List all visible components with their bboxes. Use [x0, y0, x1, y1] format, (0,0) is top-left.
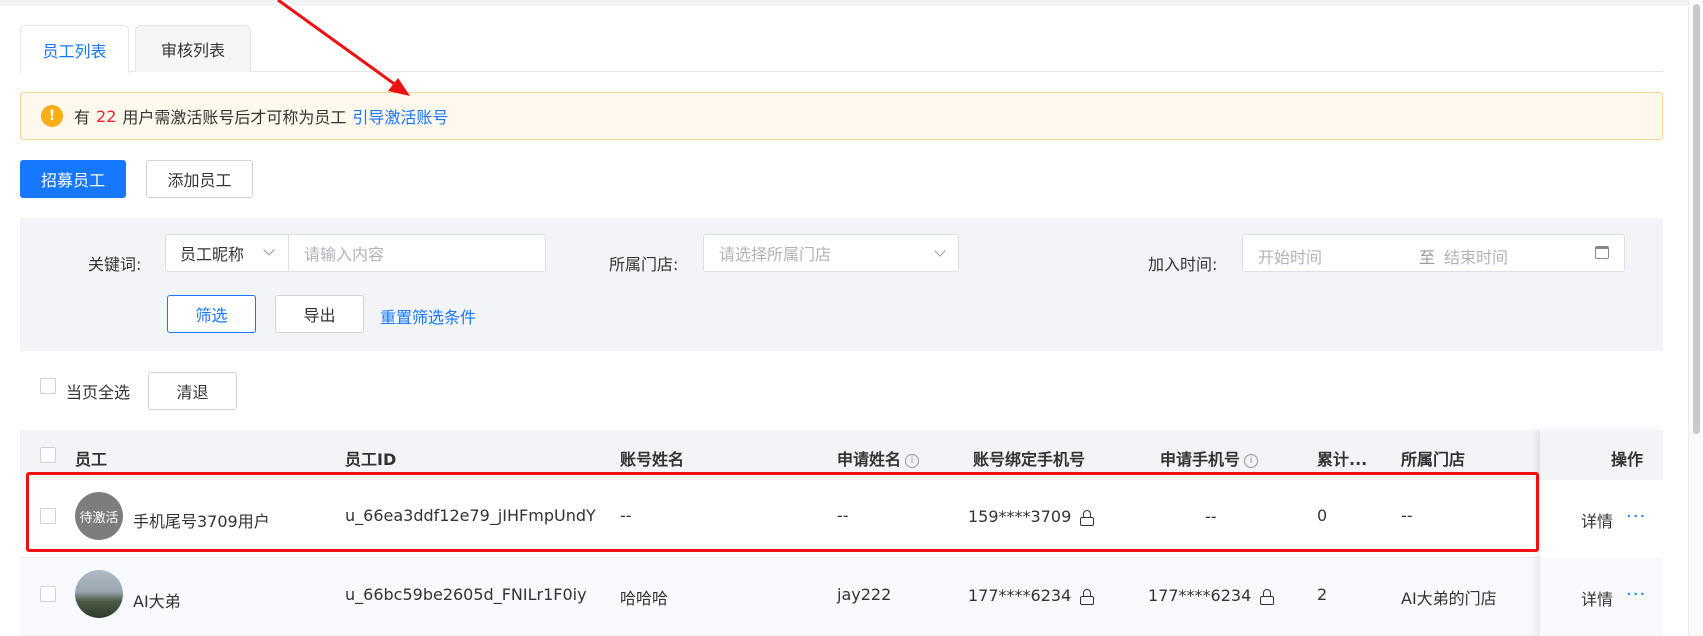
highlight-box: [26, 472, 1539, 552]
